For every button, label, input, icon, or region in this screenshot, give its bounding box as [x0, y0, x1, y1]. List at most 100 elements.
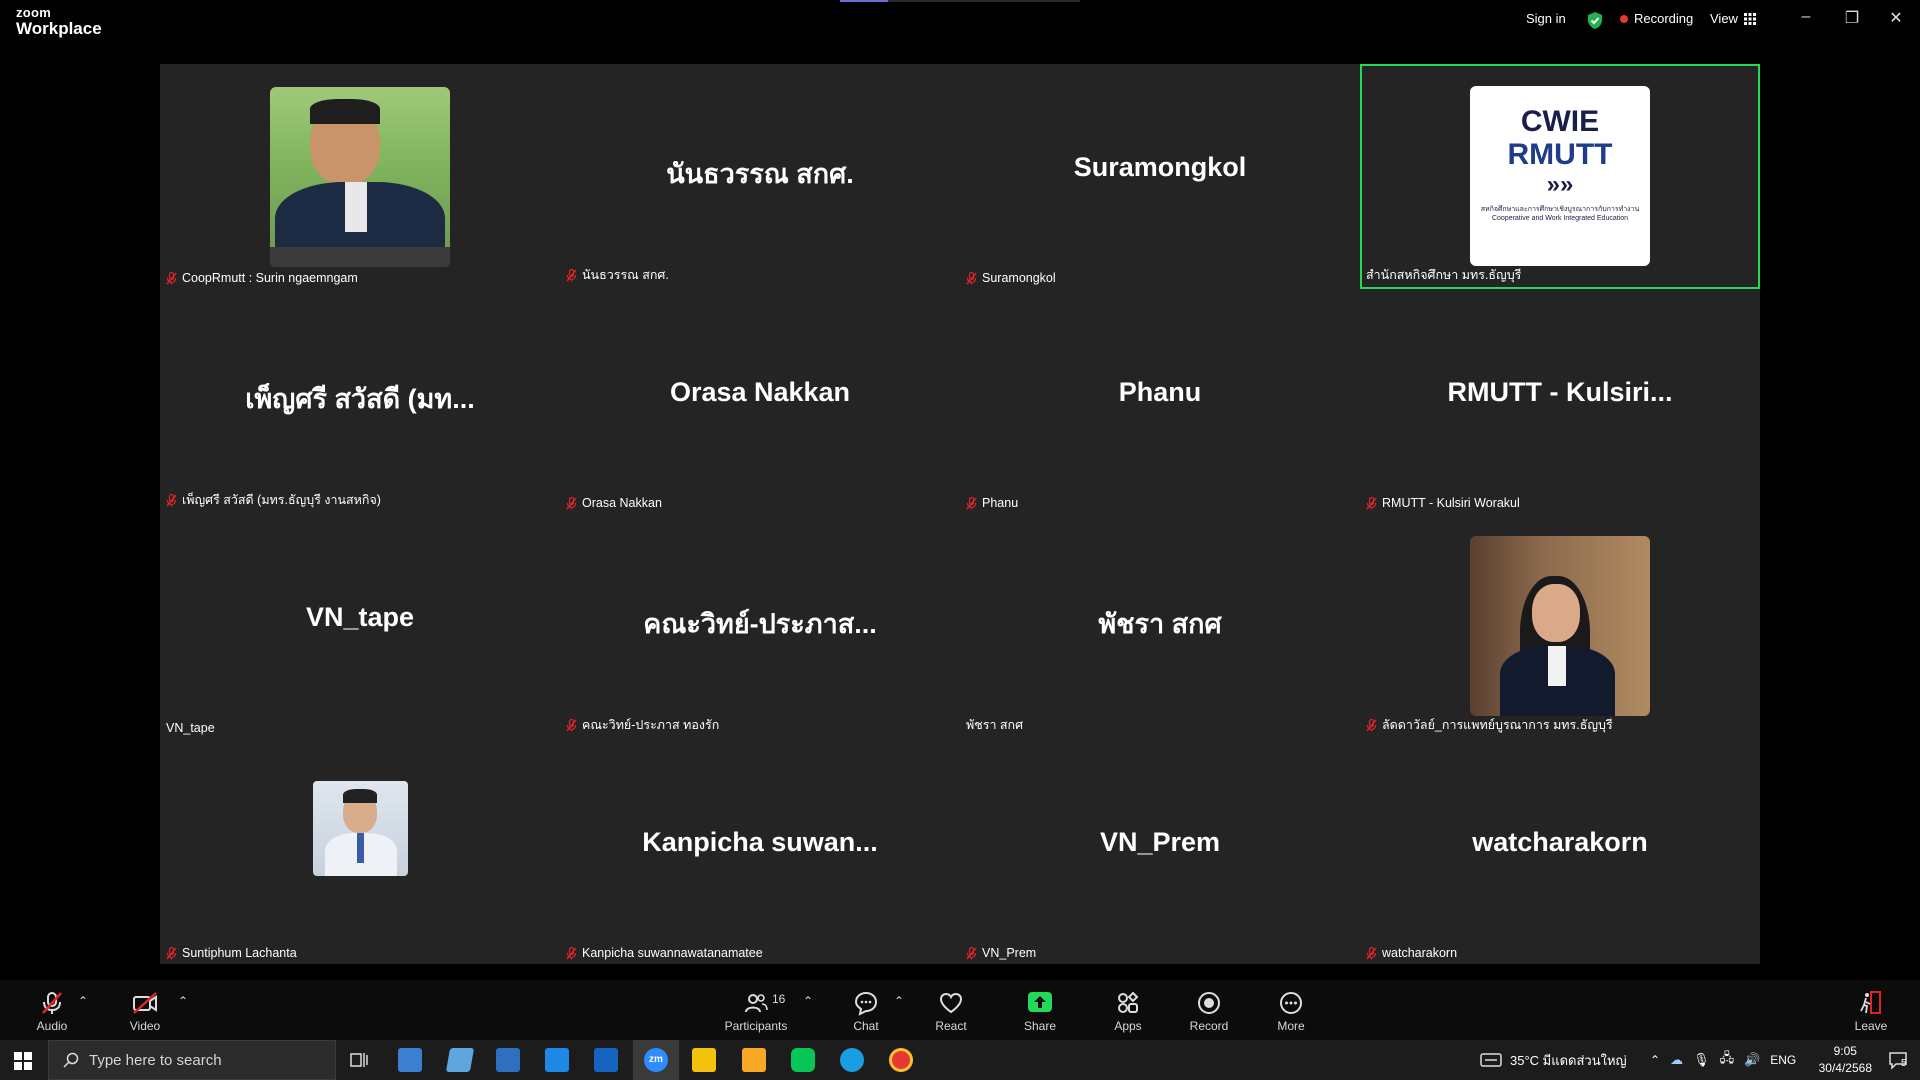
title-bar: zoom Workplace Sign in Recording View – …	[0, 0, 1920, 44]
taskbar-mail-icon[interactable]	[594, 1048, 618, 1072]
chevron-up-icon[interactable]: ⌃	[1650, 1053, 1660, 1067]
microphone-icon[interactable]: 🎙	[1693, 1052, 1710, 1068]
participant-display-name: VN_Prem	[1099, 827, 1221, 857]
participants-options-caret[interactable]: ⌃	[803, 994, 813, 1008]
heart-icon	[939, 992, 963, 1014]
mic-muted-icon	[566, 268, 577, 281]
participant-tile[interactable]: เพ็ญศรี สวัสดี (มท... เพ็ญศรี สวัสดี (มทร…	[160, 289, 560, 514]
taskbar-clock[interactable]: 9:05 30/4/2568	[1819, 1043, 1872, 1077]
weather-widget[interactable]: 35°C มีแดดส่วนใหญ่	[1480, 1040, 1627, 1080]
participant-name-label: VN_tape	[166, 721, 215, 735]
participant-display-name: Phanu	[1118, 377, 1202, 407]
video-options-caret[interactable]: ⌃	[178, 994, 188, 1008]
apps-icon	[1118, 991, 1139, 1013]
mic-muted-icon	[1366, 496, 1377, 509]
language-indicator[interactable]: ENG	[1770, 1053, 1796, 1067]
taskbar-zoom-active[interactable]: zm	[633, 1040, 679, 1080]
sign-in-button[interactable]: Sign in	[1526, 11, 1566, 26]
chat-options-caret[interactable]: ⌃	[894, 994, 904, 1008]
mic-muted-icon	[1366, 718, 1377, 731]
participant-tile[interactable]: Suntiphum Lachanta	[160, 739, 560, 964]
more-button[interactable]: More	[1256, 990, 1326, 1033]
participant-tile[interactable]: watcharakorn watcharakorn	[1360, 739, 1760, 964]
participant-tile[interactable]: CoopRmutt : Surin ngaemngam	[160, 64, 560, 289]
participant-name-label: Suntiphum Lachanta	[166, 946, 297, 960]
windows-taskbar: Type here to search zm 35°C มีแดดส่วนใหญ…	[0, 1040, 1920, 1080]
participant-name-label: พัชรา สกศ	[966, 718, 1024, 732]
participants-count: 16	[772, 992, 786, 1006]
zoom-app-icon: zm	[644, 1048, 668, 1072]
minimize-button[interactable]: –	[1786, 8, 1826, 32]
participant-display-name: นันธวรรณ สกศ.	[666, 159, 854, 189]
taskbar-chrome-icon[interactable]	[889, 1048, 913, 1072]
taskbar-edge-icon[interactable]	[840, 1048, 864, 1072]
participant-tile[interactable]: VN_tape VN_tape	[160, 514, 560, 739]
audio-options-caret[interactable]: ⌃	[78, 994, 88, 1008]
system-tray[interactable]: ⌃ ☁ 🎙 🖧 🔊 ENG	[1650, 1040, 1796, 1080]
mic-muted-icon	[166, 946, 177, 959]
participant-tile[interactable]: VN_Prem VN_Prem	[960, 739, 1360, 964]
participant-tile[interactable]: RMUTT - Kulsiri... RMUTT - Kulsiri Woraku…	[1360, 289, 1760, 514]
participant-tile[interactable]: นันธวรรณ สกศ. นันธวรรณ สกศ.	[560, 64, 960, 289]
react-button[interactable]: React	[916, 990, 986, 1033]
leave-button[interactable]: Leave	[1836, 990, 1906, 1033]
windows-start-icon[interactable]	[14, 1052, 32, 1070]
record-button[interactable]: Record	[1174, 990, 1244, 1033]
participant-video-photo	[270, 87, 450, 267]
chat-button[interactable]: Chat	[831, 990, 901, 1033]
participant-tile[interactable]: Suramongkol Suramongkol	[960, 64, 1360, 289]
video-off-icon	[133, 992, 157, 1014]
share-button[interactable]: Share	[1005, 990, 1075, 1033]
participant-name-label: RMUTT - Kulsiri Worakul	[1366, 496, 1520, 510]
volume-icon[interactable]: 🔊	[1744, 1052, 1760, 1068]
participant-display-name: watcharakorn	[1472, 827, 1648, 857]
participant-tile[interactable]: Orasa Nakkan Orasa Nakkan	[560, 289, 960, 514]
task-view-icon[interactable]	[350, 1051, 368, 1069]
notification-count: 5	[1901, 1058, 1907, 1069]
taskbar-folder-icon[interactable]	[742, 1048, 766, 1072]
participant-name-label: VN_Prem	[966, 946, 1036, 960]
taskbar-app-icon[interactable]	[398, 1048, 422, 1072]
participant-name-label: คณะวิทย์-ประภาส ทองรัก	[566, 715, 719, 735]
notification-center-button[interactable]: 5	[1888, 1050, 1908, 1070]
taskbar-calculator-icon[interactable]	[496, 1048, 520, 1072]
view-button[interactable]: View	[1710, 11, 1756, 26]
participant-tile[interactable]: CWIE RMUTT»» สหกิจศึกษาและการศึกษาเชิงบูรณ…	[1360, 64, 1760, 289]
participant-display-name: VN_tape	[305, 602, 415, 632]
taskbar-file-explorer-icon[interactable]	[692, 1048, 716, 1072]
security-shield-icon[interactable]	[1586, 11, 1604, 30]
mic-muted-icon	[966, 271, 977, 284]
close-button[interactable]: ✕	[1876, 8, 1916, 32]
participant-display-name: Suramongkol	[1073, 152, 1247, 182]
participant-display-name: พัชรา สกศ	[1098, 609, 1222, 639]
participant-tile[interactable]: คณะวิทย์-ประภาส... คณะวิทย์-ประภาส ทองรัก	[560, 514, 960, 739]
participant-name-label: Phanu	[966, 496, 1018, 510]
mic-muted-icon	[42, 992, 62, 1014]
audio-button[interactable]: Audio	[17, 990, 87, 1033]
onedrive-icon[interactable]: ☁	[1670, 1052, 1683, 1068]
taskbar-search-input[interactable]: Type here to search	[48, 1040, 336, 1080]
cwie-rmutt-logo: CWIE RMUTT»» สหกิจศึกษาและการศึกษาเชิงบูรณ…	[1470, 86, 1650, 266]
taskbar-notepad-icon[interactable]	[445, 1048, 475, 1072]
grid-icon	[1743, 12, 1756, 25]
participant-tile[interactable]: ลัดดาวัลย์_การแพทย์บูรณาการ มทร.ธัญบุรี	[1360, 514, 1760, 739]
participant-display-name: Orasa Nakkan	[669, 377, 851, 407]
restore-button[interactable]: ❐	[1832, 8, 1872, 32]
apps-button[interactable]: Apps	[1093, 990, 1163, 1033]
more-icon	[1280, 992, 1302, 1014]
participant-tile[interactable]: พัชรา สกศ พัชรา สกศ	[960, 514, 1360, 739]
participant-display-name: เพ็ญศรี สวัสดี (มท...	[245, 384, 475, 414]
taskbar-store-icon[interactable]	[545, 1048, 569, 1072]
participant-display-name: Kanpicha suwan...	[642, 827, 878, 857]
video-button[interactable]: Video	[110, 990, 180, 1033]
leave-door-icon	[1860, 991, 1881, 1014]
participant-name-label: CoopRmutt : Surin ngaemngam	[166, 271, 358, 285]
participant-tile[interactable]: Kanpicha suwan... Kanpicha suwannawatanam…	[560, 739, 960, 964]
network-icon[interactable]: 🖧	[1720, 1049, 1735, 1071]
taskbar-line-icon[interactable]	[791, 1048, 815, 1072]
participant-tile[interactable]: Phanu Phanu	[960, 289, 1360, 514]
top-drag-indicator[interactable]	[840, 0, 1080, 2]
participants-icon	[745, 994, 768, 1013]
recording-indicator[interactable]: Recording	[1620, 11, 1693, 26]
gallery-view: CoopRmutt : Surin ngaemngam นันธวรรณ สกศ.…	[160, 64, 1760, 964]
